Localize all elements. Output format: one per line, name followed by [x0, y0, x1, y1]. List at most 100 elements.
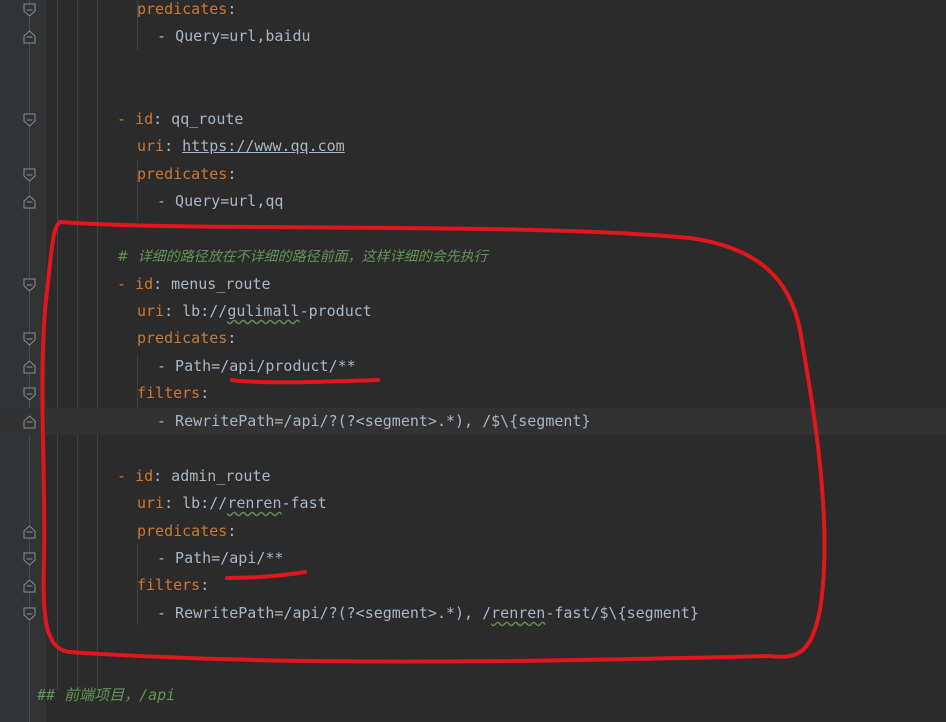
code-line[interactable]: filters: — [0, 572, 946, 599]
code-text: - RewritePath=/api/?(?<segment>.*), /ren… — [157, 600, 699, 627]
code-line[interactable]: - id: menus_route — [0, 271, 946, 298]
fold-marker-icon[interactable] — [23, 415, 36, 429]
fold-marker-icon[interactable] — [23, 552, 36, 566]
fold-marker-icon[interactable] — [23, 387, 36, 401]
code-line[interactable]: predicates: — [0, 161, 946, 188]
code-token: : — [164, 137, 183, 156]
code-text: - id: menus_route — [117, 271, 271, 298]
code-token: : qq_route — [153, 109, 244, 128]
code-token: : menus_route — [153, 274, 271, 293]
code-token: uri — [137, 301, 165, 320]
code-token: - — [117, 466, 136, 485]
code-token: : lb:// — [164, 301, 228, 320]
fold-marker-icon[interactable] — [23, 3, 36, 17]
code-text: ## 前端项目，/api — [37, 682, 175, 709]
code-token: predicates — [137, 329, 228, 348]
code-line[interactable]: # 详细的路径放在不详细的路径前面，这样详细的会先执行 — [0, 243, 946, 270]
code-token: : — [227, 0, 237, 18]
code-line[interactable] — [0, 655, 946, 682]
code-token: # 详细的路径放在不详细的路径前面，这样详细的会先执行 — [117, 249, 488, 266]
code-line[interactable]: predicates: — [0, 0, 946, 23]
code-token: - — [117, 109, 136, 128]
code-text: predicates: — [137, 325, 236, 352]
code-text: uri: lb://gulimall-product — [137, 298, 372, 325]
code-line[interactable]: uri: https://www.qq.com — [0, 133, 946, 160]
code-token: https://www.qq.com — [182, 137, 345, 156]
code-line[interactable] — [0, 216, 946, 243]
code-line[interactable]: ## 前端项目，/api — [0, 682, 946, 709]
code-line[interactable] — [0, 627, 946, 654]
code-token: predicates — [137, 0, 228, 18]
code-token: - — [117, 274, 136, 293]
code-token: - RewritePath=/api/?(?<segment>.*), / — [157, 603, 492, 622]
code-text: - RewritePath=/api/?(?<segment>.*), /$\{… — [157, 408, 590, 435]
code-token: : — [227, 164, 237, 183]
fold-marker-icon[interactable] — [23, 579, 36, 593]
fold-marker-icon[interactable] — [23, 195, 36, 209]
code-text: uri: https://www.qq.com — [137, 133, 345, 160]
code-editor[interactable]: predicates: - Query=url,baidu - id: qq_rou… — [0, 0, 946, 722]
code-line[interactable]: - Query=url,qq — [0, 188, 946, 215]
code-line[interactable]: - RewritePath=/api/?(?<segment>.*), /ren… — [0, 600, 946, 627]
code-token: - RewritePath=/api/?(?<segment>.*), /$\{… — [157, 411, 591, 430]
code-token: 前端项目，/api — [64, 686, 176, 705]
fold-marker-icon[interactable] — [23, 30, 36, 44]
code-line[interactable]: uri: lb://gulimall-product — [0, 298, 946, 325]
code-text: - Path=/api/** — [157, 545, 283, 572]
code-line[interactable]: - id: admin_route — [0, 463, 946, 490]
code-text: - Query=url,qq — [157, 188, 283, 215]
fold-marker-icon[interactable] — [23, 113, 36, 127]
code-token: : — [200, 576, 210, 595]
fold-marker-icon[interactable] — [23, 360, 36, 374]
code-text: predicates: — [137, 0, 236, 23]
code-line[interactable]: - Path=/api/product/** — [0, 353, 946, 380]
code-token: - Query=url,qq — [157, 192, 284, 211]
code-line[interactable] — [0, 435, 946, 462]
code-text: filters: — [137, 572, 209, 599]
code-token: renren — [227, 494, 282, 513]
code-line[interactable]: filters: — [0, 380, 946, 407]
code-token: : — [227, 329, 237, 348]
fold-marker-icon[interactable] — [23, 278, 36, 292]
code-text: - Query=url,baidu — [157, 23, 311, 50]
code-token: -fast — [281, 494, 327, 513]
code-token: -fast/$\{segment} — [545, 603, 699, 622]
fold-marker-icon[interactable] — [23, 524, 36, 539]
code-token: uri — [137, 137, 165, 156]
code-token: gulimall — [227, 301, 300, 320]
code-text: - id: qq_route — [117, 106, 243, 133]
fold-marker-icon[interactable] — [23, 607, 36, 621]
code-line[interactable]: predicates: — [0, 325, 946, 352]
code-token: filters — [137, 384, 201, 403]
code-line[interactable]: uri: lb://renren-fast — [0, 490, 946, 517]
code-token: predicates — [137, 521, 228, 540]
fold-marker-icon[interactable] — [23, 332, 36, 347]
code-token: : — [200, 384, 210, 403]
code-text: predicates: — [137, 161, 236, 188]
code-token: : lb:// — [164, 494, 228, 513]
code-line[interactable]: - Path=/api/** — [0, 545, 946, 572]
code-line[interactable]: - Query=url,baidu — [0, 23, 946, 50]
code-text: filters: — [137, 380, 209, 407]
code-token: ## — [37, 686, 65, 705]
fold-marker-icon[interactable] — [23, 168, 36, 182]
code-text: - Path=/api/product/** — [157, 353, 356, 380]
code-line[interactable]: predicates: — [0, 518, 946, 545]
code-token: - Path=/api/** — [157, 549, 284, 567]
code-text: predicates: — [137, 518, 236, 545]
code-text: - id: admin_route — [117, 463, 271, 490]
code-line[interactable]: - id: qq_route — [0, 106, 946, 133]
code-token: predicates — [137, 164, 228, 183]
code-token: -product — [299, 301, 372, 320]
code-token: Query=url,baidu — [175, 27, 311, 46]
code-line[interactable] — [0, 51, 946, 78]
code-token: - Path=/api/product/** — [157, 356, 356, 375]
code-token: id — [135, 109, 154, 128]
code-token: renren — [491, 603, 546, 622]
code-text: # 详细的路径放在不详细的路径前面，这样详细的会先执行 — [117, 243, 488, 271]
code-token: uri — [137, 494, 165, 513]
code-text: uri: lb://renren-fast — [137, 490, 327, 517]
code-line[interactable]: - RewritePath=/api/?(?<segment>.*), /$\{… — [0, 407, 946, 435]
code-line[interactable] — [0, 78, 946, 105]
code-token: - — [157, 27, 176, 46]
